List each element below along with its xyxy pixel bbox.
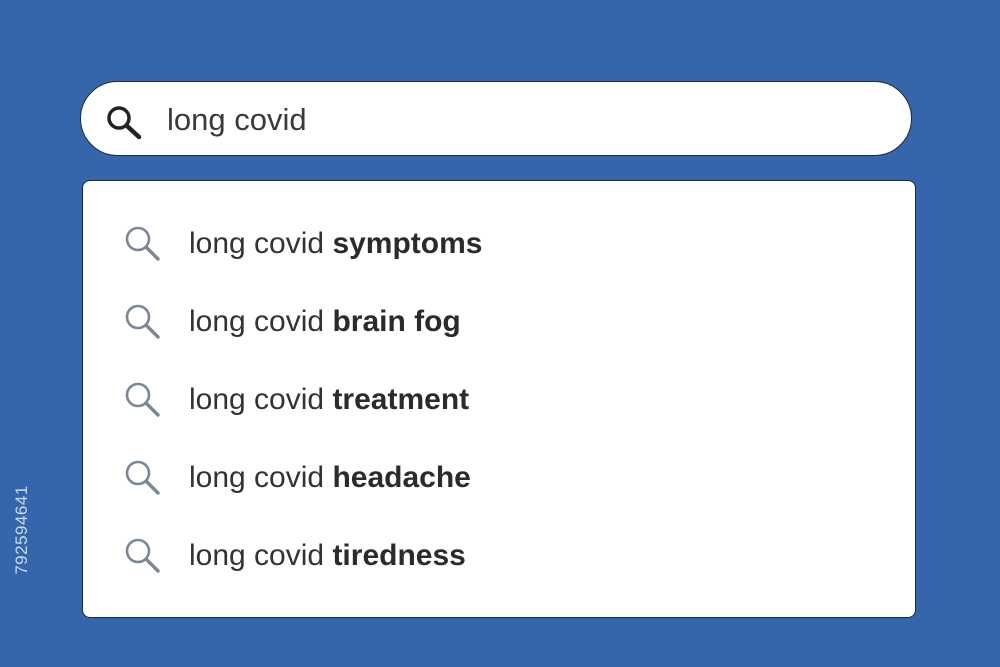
- stock-id-watermark: 792594641: [6, 430, 38, 630]
- suggestion-prefix: long covid: [189, 539, 325, 572]
- search-icon: [125, 538, 160, 573]
- suggestion-prefix: long covid: [189, 305, 325, 338]
- suggestions-dropdown: long covid symptoms long covid brain fog…: [82, 180, 916, 618]
- search-input[interactable]: long covid: [167, 100, 307, 140]
- search-icon[interactable]: [105, 104, 143, 140]
- search-icon: [125, 304, 160, 339]
- suggestion-text: long covid brain fog: [189, 304, 461, 340]
- suggestion-suffix: symptoms: [332, 227, 483, 260]
- search-bar[interactable]: long covid: [80, 81, 912, 156]
- suggestion-suffix: treatment: [332, 383, 470, 416]
- stock-id-text: 792594641: [12, 485, 31, 575]
- suggestion-prefix: long covid: [189, 461, 325, 494]
- suggestion-item[interactable]: long covid tiredness: [83, 524, 915, 584]
- search-icon: [125, 226, 160, 261]
- suggestion-text: long covid tiredness: [189, 538, 466, 574]
- search-icon: [125, 382, 160, 417]
- suggestion-item[interactable]: long covid symptoms: [83, 212, 915, 272]
- suggestion-text: long covid symptoms: [189, 226, 482, 262]
- suggestion-item[interactable]: long covid headache: [83, 446, 915, 506]
- suggestion-prefix: long covid: [189, 227, 325, 260]
- suggestion-suffix: brain fog: [332, 305, 461, 338]
- suggestion-item[interactable]: long covid brain fog: [83, 290, 915, 350]
- suggestion-prefix: long covid: [189, 383, 325, 416]
- suggestion-text: long covid headache: [189, 460, 471, 496]
- suggestion-item[interactable]: long covid treatment: [83, 368, 915, 428]
- suggestion-text: long covid treatment: [189, 382, 469, 418]
- suggestion-suffix: headache: [332, 461, 471, 494]
- suggestion-suffix: tiredness: [332, 539, 466, 572]
- search-icon: [125, 460, 160, 495]
